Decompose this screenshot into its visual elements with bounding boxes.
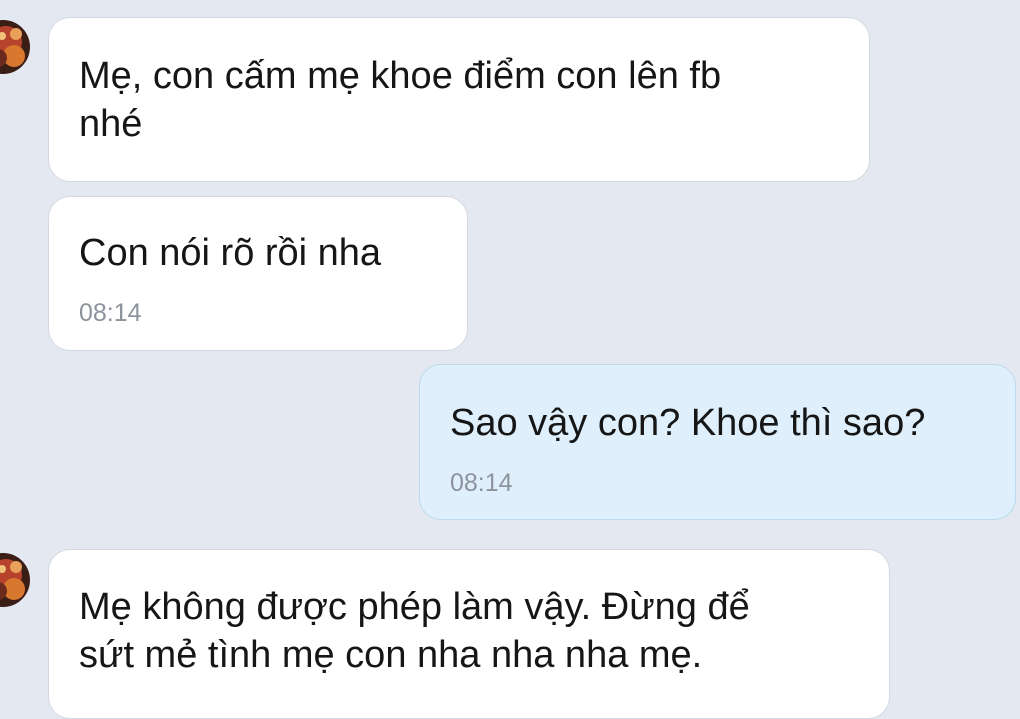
message-bubble-incoming[interactable]: Mẹ, con cấm mẹ khoe điểm con lên fb nhé: [48, 17, 870, 182]
contact-avatar[interactable]: [0, 20, 30, 74]
message-bubble-incoming[interactable]: Mẹ không được phép làm vậy. Đừng để sứt …: [48, 549, 890, 719]
message-bubble-incoming[interactable]: Con nói rõ rồi nha 08:14: [48, 196, 468, 351]
message-text: Mẹ, con cấm mẹ khoe điểm con lên fb nhé: [79, 55, 722, 145]
chat-message-list[interactable]: Mẹ, con cấm mẹ khoe điểm con lên fb nhé …: [0, 0, 1020, 719]
message-text: Mẹ không được phép làm vậy. Đừng để sứt …: [79, 586, 750, 676]
message-bubble-outgoing[interactable]: Sao vậy con? Khoe thì sao? 08:14: [419, 364, 1016, 520]
message-timestamp: 08:14: [79, 299, 142, 327]
message-text: Sao vậy con? Khoe thì sao?: [450, 402, 926, 444]
message-text: Con nói rõ rồi nha: [79, 232, 382, 274]
avatar-photo-icon: [0, 20, 30, 74]
avatar-photo-icon: [0, 553, 30, 607]
message-timestamp: 08:14: [450, 469, 513, 497]
contact-avatar[interactable]: [0, 553, 30, 607]
